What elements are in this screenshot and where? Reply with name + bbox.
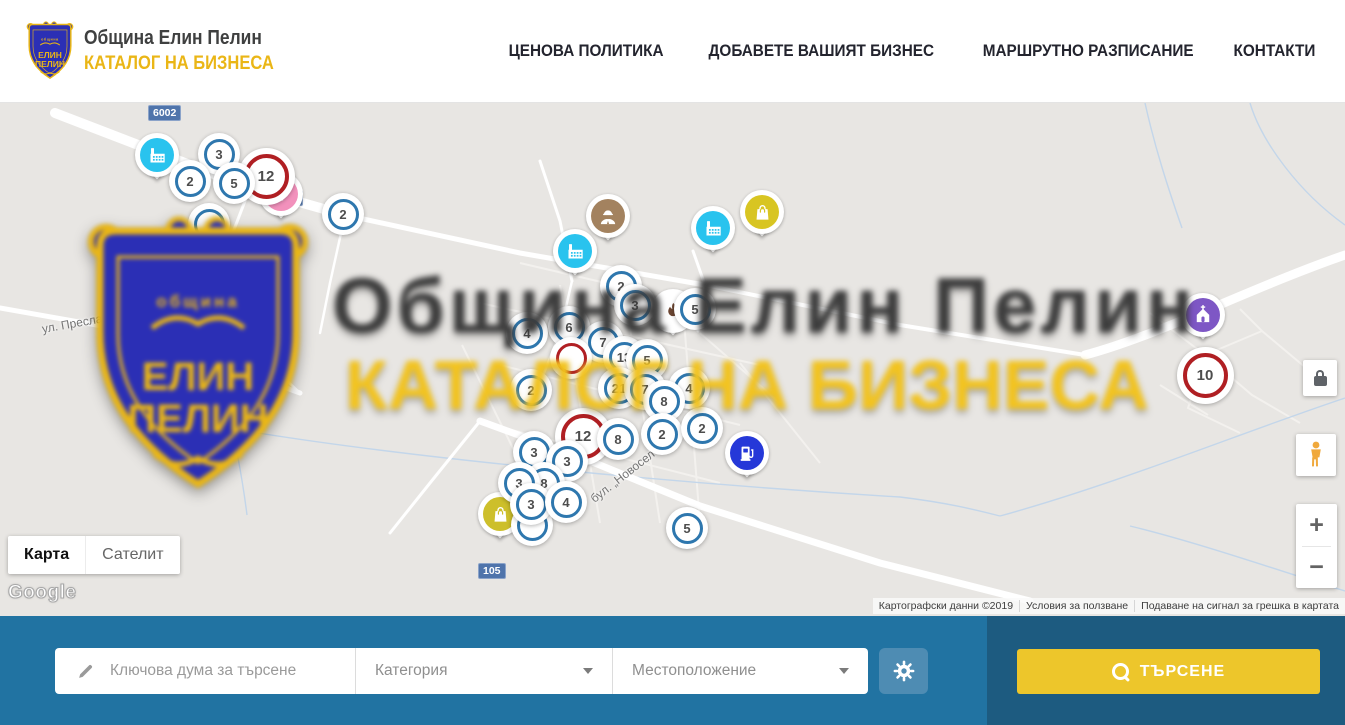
cluster-count: 3 xyxy=(516,489,547,520)
cluster-count xyxy=(556,343,587,374)
cluster-marker[interactable]: 5 xyxy=(666,507,708,549)
page: община ЕЛИН ПЕЛИН Община Елин Пелин КАТА… xyxy=(0,0,1345,725)
map-type-control: Карта Сателит xyxy=(8,536,180,574)
map-pin-church-1[interactable] xyxy=(1181,293,1225,355)
cluster-marker[interactable]: 5 xyxy=(213,162,255,204)
site-subtitle: КАТАЛОГ НА БИЗНЕСА xyxy=(84,53,274,75)
zoom-control: + − xyxy=(1296,504,1337,588)
nav-item-route-schedule[interactable]: МАРШРУТНО РАЗПИСАНИЕ xyxy=(982,41,1193,61)
search-button[interactable]: ТЪРСЕНЕ xyxy=(1017,649,1320,694)
cluster-count: 5 xyxy=(680,294,711,325)
markers-layer: 12325223564713521274812822338334510 xyxy=(0,103,1345,616)
zoom-in-button[interactable]: + xyxy=(1296,505,1337,546)
cluster-marker[interactable]: 4 xyxy=(545,481,587,523)
chevron-down-icon xyxy=(583,668,593,674)
cluster-count: 10 xyxy=(1183,353,1228,398)
map-canvas[interactable]: 6002105 ул. Преславбул. „Новоселци“ 1232… xyxy=(0,103,1345,616)
cluster-marker[interactable]: 10 xyxy=(1177,347,1234,404)
attribution-text: Картографски данни ©2019 xyxy=(873,600,1019,612)
cluster-count: 4 xyxy=(551,487,582,518)
cluster-marker[interactable]: 2 xyxy=(322,193,364,235)
pin-head xyxy=(691,206,735,250)
shield-line1-text: ЕЛИН xyxy=(38,50,62,60)
factory-icon xyxy=(140,138,174,172)
search-icon xyxy=(1112,663,1129,680)
cluster-marker[interactable]: 2 xyxy=(510,369,552,411)
category-select[interactable]: Категория xyxy=(355,648,612,694)
attribution-link-1[interactable]: Условия за ползване xyxy=(1019,600,1134,612)
map-pin-shopping-1[interactable] xyxy=(740,190,784,252)
zoom-out-button[interactable]: − xyxy=(1296,547,1337,588)
brand[interactable]: община ЕЛИН ПЕЛИН Община Елин Пелин КАТА… xyxy=(25,20,302,82)
category-select-value: Категория xyxy=(375,662,447,680)
cluster-count: 2 xyxy=(516,375,547,406)
keyword-search-input[interactable] xyxy=(108,661,347,681)
shopping-bag-icon xyxy=(745,195,779,229)
pegman-button[interactable] xyxy=(1296,434,1336,476)
pin-head xyxy=(725,431,769,475)
cluster-count: 8 xyxy=(603,424,634,455)
search-button-label: ТЪРСЕНЕ xyxy=(1140,663,1225,681)
map-pin-factory-2[interactable] xyxy=(553,229,597,291)
fuel-icon xyxy=(730,436,764,470)
shield-line2-text: ПЕЛИН xyxy=(35,59,65,69)
google-logo[interactable]: Google xyxy=(8,582,76,604)
cluster-count: 2 xyxy=(687,413,718,444)
site-title: Община Елин Пелин xyxy=(84,27,274,50)
cluster-count: 3 xyxy=(620,290,651,321)
lock-button[interactable] xyxy=(1303,360,1337,396)
map-type-satellite-button[interactable]: Сателит xyxy=(85,536,179,574)
gear-icon xyxy=(892,659,916,683)
search-bar: Категория Местоположение xyxy=(0,616,1345,725)
cluster-count: 5 xyxy=(672,513,703,544)
cluster-count: 8 xyxy=(649,386,680,417)
pin-head xyxy=(553,229,597,273)
nav-item-pricing[interactable]: ЦЕНОВА ПОЛИТИКА xyxy=(509,41,664,61)
nav-item-add-business[interactable]: ДОБАВЕТЕ ВАШИЯТ БИЗНЕС xyxy=(709,41,935,61)
cluster-marker[interactable]: 2 xyxy=(641,413,683,455)
map-type-map-button[interactable]: Карта xyxy=(8,536,85,574)
cluster-count: 4 xyxy=(512,318,543,349)
pencil-icon xyxy=(76,662,95,681)
map-attribution: Картографски данни ©2019Условия за ползв… xyxy=(873,598,1345,614)
worker-icon xyxy=(591,199,625,233)
search-input-group: Категория Местоположение xyxy=(55,648,868,694)
advanced-settings-button[interactable] xyxy=(879,648,928,694)
nav-item-contacts[interactable]: КОНТАКТИ xyxy=(1234,41,1316,61)
map-pin-factory-3[interactable] xyxy=(691,206,735,268)
cluster-marker[interactable]: 4 xyxy=(506,312,548,354)
cluster-count: 2 xyxy=(647,419,678,450)
cluster-marker[interactable]: 3 xyxy=(614,284,656,326)
location-select-value: Местоположение xyxy=(632,662,756,680)
pin-head xyxy=(740,190,784,234)
pegman-icon xyxy=(1305,440,1327,470)
main-nav: ЦЕНОВА ПОЛИТИКА ДОБАВЕТЕ ВАШИЯТ БИЗНЕС МАР… xyxy=(500,41,1320,61)
municipality-logo-shield: община ЕЛИН ПЕЛИН xyxy=(25,20,75,82)
cluster-marker[interactable]: 2 xyxy=(681,407,723,449)
header: община ЕЛИН ПЕЛИН Община Елин Пелин КАТА… xyxy=(0,0,1345,103)
chevron-down-icon xyxy=(839,668,849,674)
keyword-field xyxy=(55,648,355,694)
factory-icon xyxy=(696,211,730,245)
lock-icon xyxy=(1314,376,1327,386)
cluster-marker[interactable] xyxy=(550,337,592,379)
cluster-marker[interactable]: 8 xyxy=(597,418,639,460)
location-select[interactable]: Местоположение xyxy=(612,648,868,694)
factory-icon xyxy=(558,234,592,268)
cluster-marker[interactable]: 5 xyxy=(674,288,716,330)
church-icon xyxy=(1186,298,1220,332)
cluster-count xyxy=(194,209,225,240)
cluster-marker[interactable]: 2 xyxy=(169,160,211,202)
map-pin-fuel-1[interactable] xyxy=(725,431,769,493)
cluster-count: 2 xyxy=(175,166,206,197)
cluster-count: 2 xyxy=(328,199,359,230)
pin-head xyxy=(1181,293,1225,337)
cluster-marker[interactable] xyxy=(188,203,230,245)
cluster-count: 5 xyxy=(219,168,250,199)
shield-top-text: община xyxy=(41,38,59,42)
attribution-link-2[interactable]: Подаване на сигнал за грешка в картата xyxy=(1134,600,1345,612)
